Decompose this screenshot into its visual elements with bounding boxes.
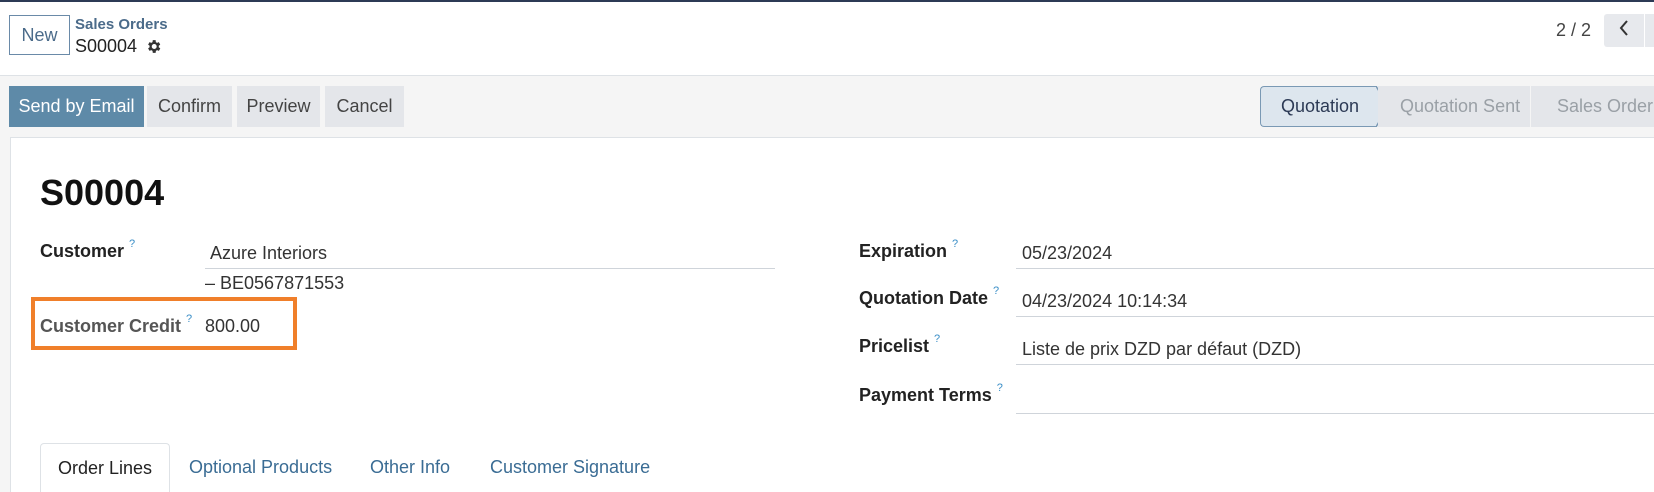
record-name: S00004 [40, 172, 165, 213]
pricelist-label: Pricelist? [859, 333, 941, 356]
expiration-field[interactable]: 05/23/2024 [1022, 243, 1112, 264]
send-by-email-button[interactable]: Send by Email [9, 86, 144, 127]
quotation-date-field-underline [1016, 316, 1654, 317]
help-icon[interactable]: ? [997, 382, 1003, 394]
customer-field-underline [205, 268, 775, 269]
control-panel: New Sales Orders S00004 2 / 2 [0, 2, 1654, 76]
status-quotation[interactable]: Quotation [1260, 86, 1377, 127]
customer-field[interactable]: Azure Interiors [210, 243, 327, 264]
breadcrumb: S00004 [75, 36, 162, 57]
new-button[interactable]: New [9, 15, 70, 55]
pager-previous-button[interactable] [1604, 14, 1644, 47]
gear-icon[interactable] [145, 38, 162, 55]
quotation-date-field[interactable]: 04/23/2024 10:14:34 [1022, 291, 1187, 312]
tab-order-lines[interactable]: Order Lines [40, 443, 170, 492]
help-icon[interactable]: ? [129, 238, 135, 250]
customer-label: Customer? [40, 238, 136, 261]
help-icon[interactable]: ? [934, 333, 940, 345]
chevron-left-icon [1618, 19, 1630, 42]
quotation-date-label: Quotation Date? [859, 285, 1000, 308]
status-sales-order[interactable]: Sales Order [1531, 86, 1654, 127]
payment-terms-label: Payment Terms? [859, 382, 1003, 405]
payment-terms-field[interactable] [1022, 387, 1652, 411]
pager-next-button[interactable] [1645, 14, 1654, 47]
pricelist-field-underline [1016, 364, 1654, 365]
pricelist-field[interactable]: Liste de prix DZD par défaut (DZD) [1022, 339, 1301, 360]
customer-credit-value: 800.00 [205, 316, 261, 336]
status-quotation-sent[interactable]: Quotation Sent [1378, 86, 1530, 127]
expiration-label: Expiration? [859, 238, 959, 261]
breadcrumb-current: S00004 [75, 36, 138, 56]
customer-vat: – BE0567871553 [205, 273, 345, 293]
help-icon[interactable]: ? [952, 238, 958, 250]
expiration-field-underline [1016, 268, 1654, 269]
tab-optional-products[interactable]: Optional Products [189, 443, 332, 492]
help-icon[interactable]: ? [186, 313, 192, 325]
payment-terms-field-underline [1016, 413, 1654, 414]
preview-button[interactable]: Preview [237, 86, 320, 127]
pager-value: 2 / 2 [1556, 20, 1592, 40]
confirm-button[interactable]: Confirm [147, 86, 232, 127]
tab-other-info[interactable]: Other Info [370, 443, 450, 492]
help-icon[interactable]: ? [993, 285, 999, 297]
customer-credit-label: Customer Credit? [40, 313, 193, 336]
tab-customer-signature[interactable]: Customer Signature [490, 443, 650, 492]
cancel-button[interactable]: Cancel [325, 86, 404, 127]
breadcrumb-parent-link[interactable]: Sales Orders [75, 16, 168, 33]
